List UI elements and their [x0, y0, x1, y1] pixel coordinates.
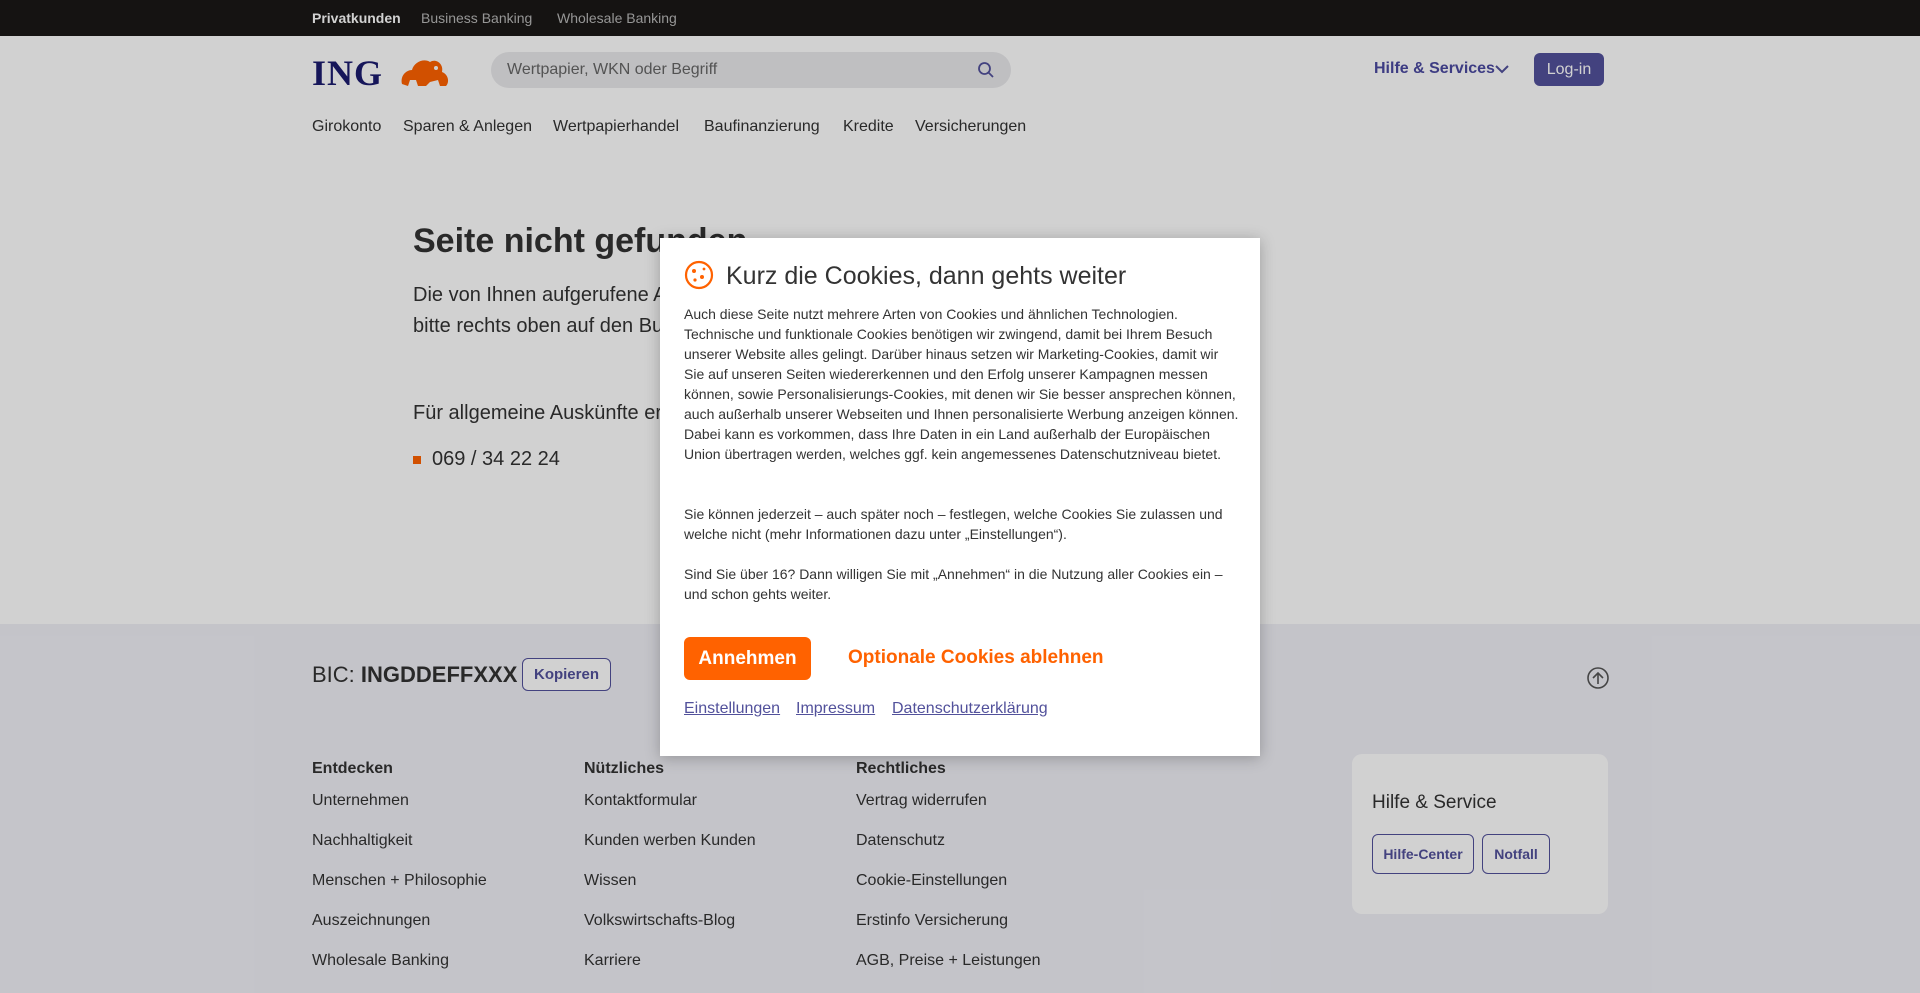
decline-optional-cookies-button[interactable]: Optionale Cookies ablehnen [848, 647, 1104, 669]
cookie-text-2: Sie können jederzeit – auch später noch … [684, 506, 1223, 542]
cookie-text-1: Auch diese Seite nutzt mehrere Arten von… [684, 306, 1239, 462]
impressum-link[interactable]: Impressum [796, 700, 875, 718]
accept-cookies-button[interactable]: Annehmen [684, 637, 811, 680]
cookie-dialog-title: Kurz die Cookies, dann gehts weiter [726, 262, 1127, 290]
cookie-text-3: Sind Sie über 16? Dann willigen Sie mit … [684, 566, 1223, 602]
cookie-consent-dialog: Kurz die Cookies, dann gehts weiter Auch… [660, 238, 1260, 756]
datenschutzerklaerung-link[interactable]: Datenschutzerklärung [892, 700, 1048, 718]
einstellungen-link[interactable]: Einstellungen [684, 700, 780, 718]
cookie-icon [684, 260, 714, 290]
